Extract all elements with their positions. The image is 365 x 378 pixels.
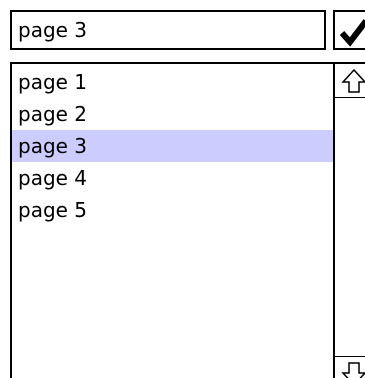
list-item[interactable]: page 5: [12, 194, 333, 226]
list-area: page 1 page 2 page 3 page 4 page 5: [12, 64, 333, 378]
checkmark-icon: [339, 19, 365, 47]
page-selector: page 3 page 1 page 2 page 3 page 4 page …: [0, 0, 365, 378]
list-item-selected[interactable]: page 3: [12, 130, 333, 162]
scroll-track[interactable]: [335, 98, 365, 356]
list-item[interactable]: page 2: [12, 98, 333, 130]
confirm-button[interactable]: [333, 10, 365, 50]
page-input-field[interactable]: page 3: [10, 10, 326, 50]
vertical-scrollbar[interactable]: [333, 64, 365, 378]
scroll-down-button[interactable]: [335, 356, 365, 378]
arrow-up-icon: [341, 68, 365, 93]
page-listbox: page 1 page 2 page 3 page 4 page 5: [10, 62, 365, 378]
list-item[interactable]: page 4: [12, 162, 333, 194]
arrow-down-icon: [341, 362, 365, 378]
list-item[interactable]: page 1: [12, 66, 333, 98]
scroll-up-button[interactable]: [335, 64, 365, 98]
